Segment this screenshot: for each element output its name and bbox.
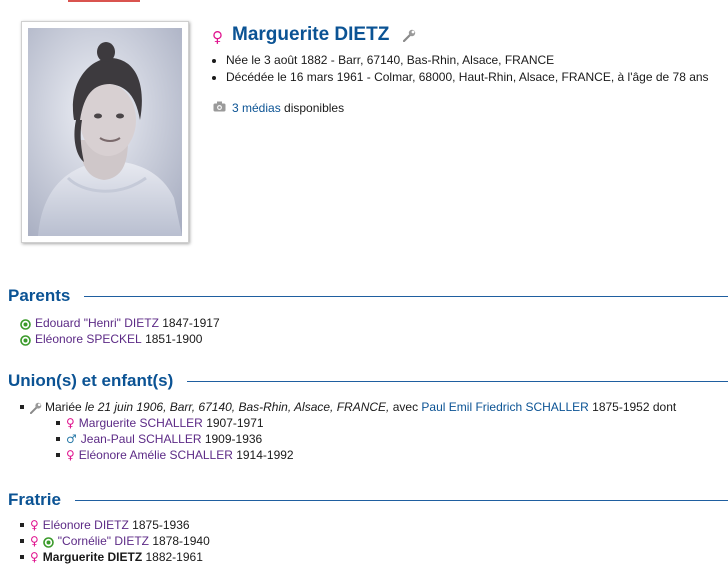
death-fact: Décédée le 16 mars 1961 - Colmar, 68000,… <box>226 69 709 86</box>
child-row: ♂ Jean-Paul SCHALLER 1909-1936 <box>56 431 676 447</box>
media-link[interactable]: 3 médias <box>232 101 281 115</box>
spouse-link[interactable]: Paul Emil Friedrich SCHALLER <box>421 399 588 415</box>
sibling-dates: 1878-1940 <box>149 534 210 548</box>
spouse-dates: 1875-1952 dont <box>588 400 677 414</box>
sibling-dates: 1882-1961 <box>142 550 203 564</box>
parent-dates: 1851-1900 <box>141 332 203 346</box>
siblings-title: Fratrie <box>8 490 61 509</box>
birth-fact: Née le 3 août 1882 - Barr, 67140, Bas-Rh… <box>226 52 709 69</box>
female-icon: ♀ <box>30 534 39 548</box>
person-header: ♀ Marguerite DIETZ <box>212 23 416 47</box>
parents-section-header: Parents <box>8 286 728 306</box>
married-details: le 21 juin 1906, Barr, 67140, Bas-Rhin, … <box>85 400 390 414</box>
portrait-image <box>28 28 182 236</box>
list-bullet <box>20 405 24 409</box>
sibling-row-self: ♀ Marguerite DIETZ 1882-1961 <box>20 549 210 565</box>
marriage-wrench-icon[interactable] <box>29 402 42 414</box>
sibling-dates: 1875-1936 <box>128 518 190 532</box>
parents-title: Parents <box>8 286 71 305</box>
parent-row: Edouard "Henri" DIETZ 1847-1917 <box>20 315 220 331</box>
media-suffix: disponibles <box>280 101 345 115</box>
female-icon: ♀ <box>66 416 75 430</box>
list-bullet <box>56 437 60 441</box>
female-icon: ♀ <box>30 518 39 532</box>
section-divider <box>187 380 728 382</box>
parents-list: Edouard "Henri" DIETZ 1847-1917 Eléonore… <box>20 315 220 347</box>
parent-row: Eléonore SPECKEL 1851-1900 <box>20 331 220 347</box>
list-bullet <box>56 453 60 457</box>
sibling-self-name: Marguerite DIETZ <box>42 550 143 564</box>
parent-link-father[interactable]: Edouard "Henri" DIETZ <box>35 315 159 331</box>
female-icon: ♀ <box>66 448 75 462</box>
female-icon: ♀ <box>30 550 39 564</box>
with-text: avec <box>389 400 422 414</box>
top-accent-bar <box>68 0 140 2</box>
female-icon: ♀ <box>212 28 223 46</box>
media-row: 3 médias disponibles <box>213 100 344 116</box>
child-dates: 1907-1971 <box>202 416 264 430</box>
sibling-link[interactable]: "Cornélie" DIETZ <box>58 533 149 549</box>
vital-facts-list: Née le 3 août 1882 - Barr, 67140, Bas-Rh… <box>212 52 709 86</box>
child-dates: 1914-1992 <box>232 448 294 462</box>
section-divider <box>84 295 728 297</box>
sibling-row: ♀ Eléonore DIETZ 1875-1936 <box>20 517 210 533</box>
child-link[interactable]: Eléonore Amélie SCHALLER <box>79 447 233 463</box>
list-bullet <box>20 539 24 543</box>
siblings-section-header: Fratrie <box>8 490 728 510</box>
child-row: ♀ Marguerite SCHALLER 1907-1971 <box>56 415 676 431</box>
child-link[interactable]: Marguerite SCHALLER <box>79 415 203 431</box>
edit-wrench-icon[interactable] <box>403 29 416 45</box>
marriage-row: Mariée le 21 juin 1906, Barr, 67140, Bas… <box>20 399 676 415</box>
sibling-link[interactable]: Eléonore DIETZ <box>43 517 129 533</box>
parent-dates: 1847-1917 <box>158 316 220 330</box>
parent-link-mother[interactable]: Eléonore SPECKEL <box>35 331 142 347</box>
child-link[interactable]: Jean-Paul SCHALLER <box>81 431 202 447</box>
list-bullet <box>56 421 60 425</box>
child-dates: 1909-1936 <box>201 432 263 446</box>
portrait-photo[interactable] <box>21 21 189 243</box>
list-bullet <box>20 523 24 527</box>
parent-circle-icon <box>20 318 31 330</box>
unions-title: Union(s) et enfant(s) <box>8 371 174 390</box>
child-row: ♀ Eléonore Amélie SCHALLER 1914-1992 <box>56 447 676 463</box>
camera-icon <box>213 101 226 115</box>
married-prefix: Mariée <box>45 400 86 414</box>
section-divider <box>74 499 728 501</box>
unions-list: Mariée le 21 juin 1906, Barr, 67140, Bas… <box>20 399 676 463</box>
unions-section-header: Union(s) et enfant(s) <box>8 371 728 391</box>
list-bullet <box>20 555 24 559</box>
male-icon: ♂ <box>66 432 77 446</box>
parent-circle-icon <box>20 334 31 346</box>
sibling-row: ♀ "Cornélie" DIETZ 1878-1940 <box>20 533 210 549</box>
person-name: Marguerite DIETZ <box>232 24 390 45</box>
ancestor-circle-icon <box>42 536 54 548</box>
siblings-list: ♀ Eléonore DIETZ 1875-1936 ♀ "Cornélie" … <box>20 517 210 565</box>
